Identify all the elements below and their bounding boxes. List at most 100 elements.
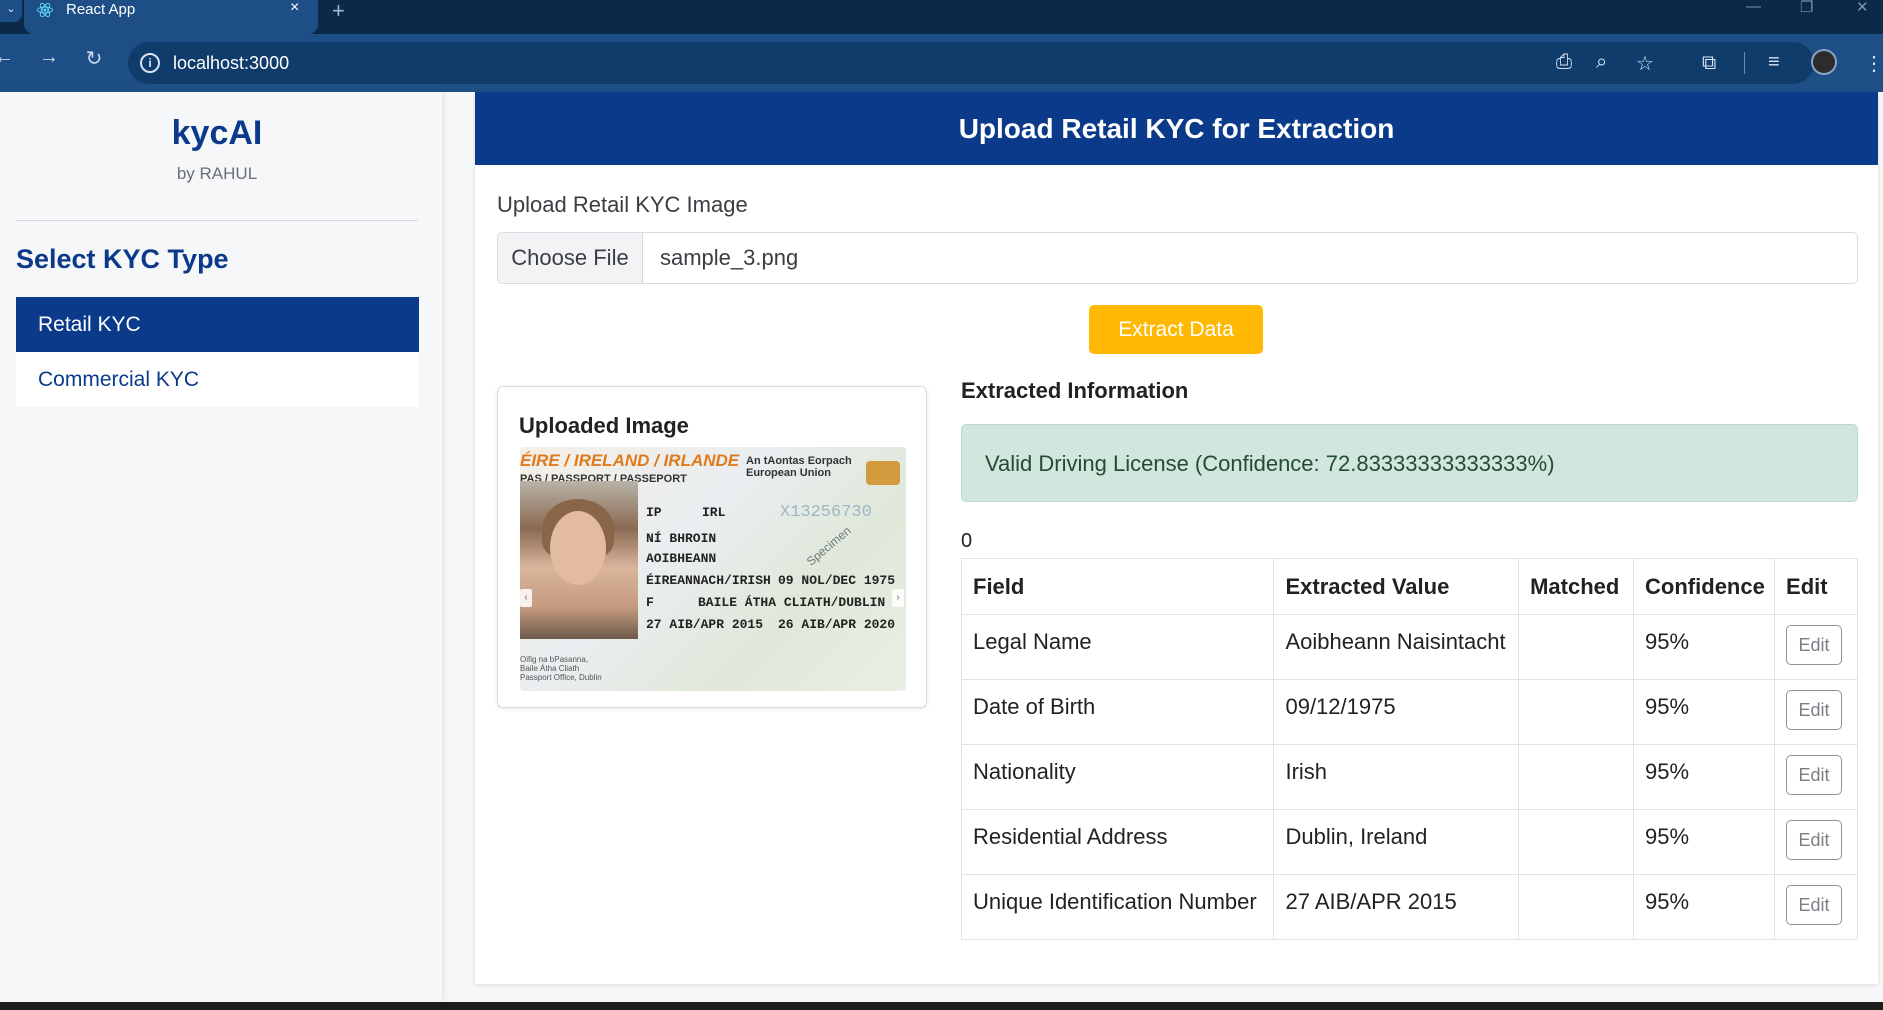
cell-value: Aoibheann Naisintacht — [1273, 614, 1520, 680]
passport-authority: Oifig na bPasanna, Baile Átha Cliath Pas… — [520, 655, 602, 682]
edit-button[interactable]: Edit — [1786, 625, 1843, 665]
profile-avatar[interactable] — [1811, 49, 1837, 75]
validation-alert: Valid Driving License (Confidence: 72.83… — [961, 424, 1858, 502]
cell-matched — [1518, 614, 1635, 680]
browser-tab[interactable]: React App × — [24, 0, 318, 34]
cell-field: Nationality — [960, 744, 1275, 810]
count-text: 0 — [961, 530, 973, 552]
page-title: Upload Retail KYC for Extraction — [475, 92, 1878, 165]
passport-surname: NÍ BHROIN — [646, 531, 717, 546]
image-next-icon[interactable]: › — [892, 589, 904, 607]
photo-face — [550, 511, 606, 585]
cell-edit: Edit — [1774, 744, 1858, 810]
install-app-icon[interactable]: ⎙ — [1556, 51, 1572, 74]
table-row: Date of Birth 09/12/1975 95% Edit — [960, 679, 1858, 745]
bookmark-star-icon[interactable]: ☆ — [1636, 51, 1654, 76]
cell-edit: Edit — [1774, 614, 1858, 680]
browser-menu-icon[interactable]: ⋮ — [1864, 51, 1883, 76]
new-tab-button[interactable]: + — [332, 0, 345, 24]
page-viewport: kycAI by RAHUL Select KYC Type Retail KY… — [0, 92, 1883, 1002]
edit-button[interactable]: Edit — [1786, 755, 1843, 795]
passport-number: X13256730 — [780, 503, 872, 522]
extract-data-button[interactable]: Extract Data — [1089, 305, 1263, 354]
header-extracted-value: Extracted Value — [1273, 558, 1520, 615]
cell-edit: Edit — [1774, 874, 1858, 940]
header-edit: Edit — [1774, 558, 1858, 615]
sidebar-item-retail-kyc[interactable]: Retail KYC — [16, 297, 419, 352]
passport-banner: ÉIRE / IRELAND / IRLANDE — [520, 451, 740, 470]
cell-value: Dublin, Ireland — [1273, 809, 1520, 875]
tab-close-icon[interactable]: × — [290, 0, 299, 17]
extensions-icon[interactable]: ⧉ — [1702, 52, 1716, 75]
image-prev-icon[interactable]: ‹ — [520, 589, 532, 607]
cell-field: Date of Birth — [960, 679, 1275, 745]
restore-icon[interactable]: ❐ — [1800, 0, 1813, 16]
cell-matched — [1518, 744, 1635, 810]
passport-place: BAILE ÁTHA CLIATH/DUBLIN — [698, 595, 886, 610]
cell-confidence: 95% — [1633, 614, 1776, 680]
header-matched: Matched — [1518, 558, 1635, 615]
brand-logo-text: kycAI — [171, 114, 263, 152]
passport-expiry-date: 26 AIB/APR 2020 — [778, 617, 896, 632]
cell-value: 27 AIB/APR 2015 — [1273, 874, 1520, 940]
reload-icon[interactable]: ↻ — [82, 46, 106, 71]
cell-confidence: 95% — [1633, 744, 1776, 810]
close-window-icon[interactable]: ✕ — [1856, 0, 1869, 16]
cell-field: Legal Name — [960, 614, 1275, 680]
table-row: Residential Address Dublin, Ireland 95% … — [960, 809, 1858, 875]
passport-chip-icon — [866, 461, 900, 485]
passport-specimen-watermark: Specimen — [803, 523, 854, 569]
address-bar[interactable]: i localhost:3000 ⎙ ⌕ ☆ — [128, 42, 1814, 84]
sidebar-divider — [16, 220, 418, 221]
passport-image: ÉIRE / IRELAND / IRLANDE PAS / PASSPORT … — [520, 447, 906, 691]
passport-nationality: ÉIREANNACH/IRISH — [646, 573, 771, 588]
browser-tabstrip: ⌄ React App × + — ❐ ✕ — [0, 0, 1883, 34]
toolbar-separator — [1744, 52, 1745, 74]
sidebar: kycAI by RAHUL Select KYC Type Retail KY… — [0, 92, 442, 1002]
file-input[interactable]: Choose File sample_3.png — [497, 232, 1858, 284]
cell-matched — [1518, 874, 1635, 940]
uploaded-image-card: Uploaded Image ÉIRE / IRELAND / IRLANDE … — [497, 386, 927, 708]
minimize-icon[interactable]: — — [1746, 0, 1761, 15]
passport-photo — [520, 481, 638, 639]
table-row: Unique Identification Number 27 AIB/APR … — [960, 874, 1858, 940]
back-icon[interactable]: ← — [0, 46, 16, 69]
tab-title: React App — [66, 1, 136, 18]
upload-label: Upload Retail KYC Image — [497, 192, 748, 217]
passport-given-name: AOIBHEANN — [646, 551, 717, 566]
selected-file-name: sample_3.png — [660, 245, 799, 270]
table-header-row: Field Extracted Value Matched Confidence… — [960, 558, 1858, 615]
cell-confidence: 95% — [1633, 809, 1776, 875]
media-control-icon[interactable]: ≡ — [1768, 51, 1780, 74]
extracted-fields-table: Field Extracted Value Matched Confidence… — [960, 558, 1858, 940]
upload-card: Upload Retail KYC for Extraction Upload … — [475, 92, 1878, 984]
brand-subtitle: by RAHUL — [176, 164, 258, 183]
edit-button[interactable]: Edit — [1786, 690, 1843, 730]
site-info-icon[interactable]: i — [140, 53, 160, 73]
passport-dob: 09 NOL/DEC 1975 — [778, 573, 896, 588]
uploaded-image-title: Uploaded Image — [519, 413, 689, 438]
table-row: Nationality Irish 95% Edit — [960, 744, 1858, 810]
url-text[interactable]: localhost:3000 — [173, 53, 289, 74]
choose-file-button[interactable]: Choose File — [498, 233, 643, 283]
passport-sex: F — [646, 595, 654, 610]
sidebar-heading: Select KYC Type — [16, 244, 229, 274]
passport-country: IRL — [702, 505, 726, 520]
passport-type: IP — [646, 505, 662, 520]
zoom-icon[interactable]: ⌕ — [1596, 51, 1607, 74]
table-row: Legal Name Aoibheann Naisintacht 95% Edi… — [960, 614, 1858, 680]
edit-button[interactable]: Edit — [1786, 820, 1843, 860]
passport-issue-date: 27 AIB/APR 2015 — [646, 617, 764, 632]
cell-edit: Edit — [1774, 679, 1858, 745]
cell-edit: Edit — [1774, 809, 1858, 875]
edit-button[interactable]: Edit — [1786, 885, 1843, 925]
forward-icon[interactable]: → — [37, 46, 61, 69]
cell-value: Irish — [1273, 744, 1520, 810]
cell-field: Residential Address — [960, 809, 1275, 875]
tab-search-icon[interactable]: ⌄ — [0, 0, 22, 22]
browser-toolbar: ← → ↻ i localhost:3000 ⎙ ⌕ ☆ ⧉ ≡ ⋮ — [0, 34, 1883, 92]
header-confidence: Confidence — [1633, 558, 1776, 615]
sidebar-item-commercial-kyc[interactable]: Commercial KYC — [16, 352, 419, 407]
cell-matched — [1518, 809, 1635, 875]
cell-confidence: 95% — [1633, 679, 1776, 745]
